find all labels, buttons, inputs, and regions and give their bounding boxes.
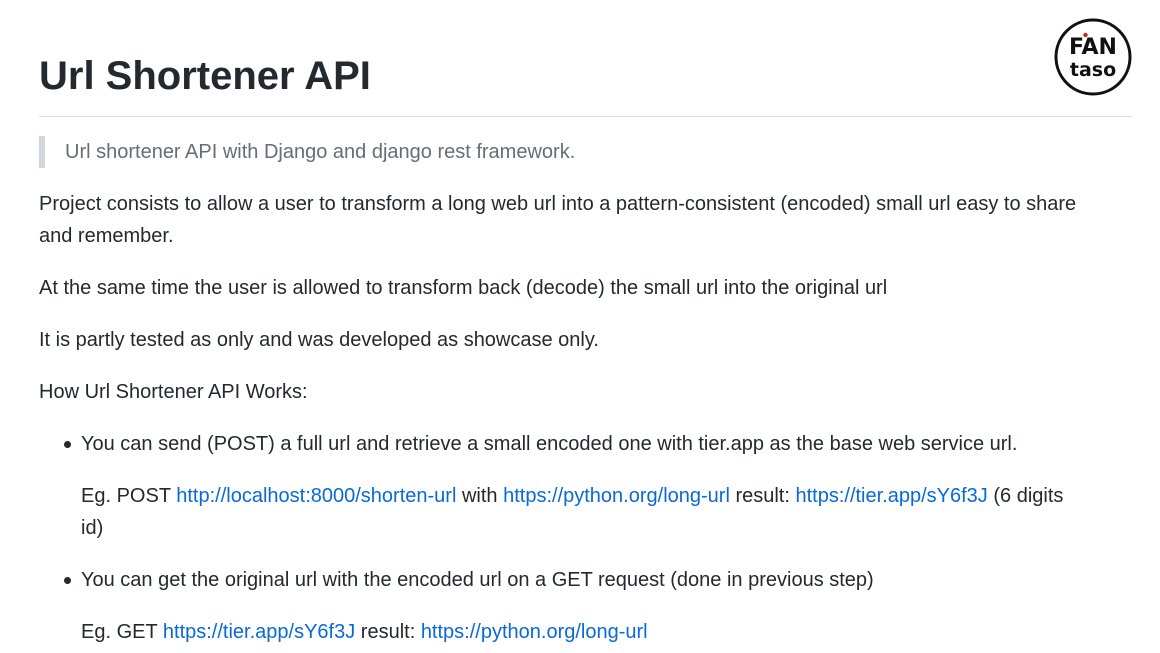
link-tier-short-url[interactable]: https://tier.app/sY6f3J xyxy=(795,485,987,507)
example-post-prefix: Eg. POST xyxy=(81,485,177,507)
list-item-text: You can get the original url with the en… xyxy=(81,569,874,591)
link-tier-short-url-get[interactable]: https://tier.app/sY6f3J xyxy=(163,621,355,643)
example-post-with: with xyxy=(456,485,504,507)
logo-text-line2: taso xyxy=(1070,59,1116,81)
readme-content: Url Shortener API FAN taso Url shortener… xyxy=(39,0,1132,643)
paragraph-intro-line1: Project consists to allow a user to tran… xyxy=(39,193,1077,215)
bullet-icon xyxy=(64,577,71,584)
link-python-long-url[interactable]: https://python.org/long-url xyxy=(503,485,730,507)
logo-text-line1: FAN xyxy=(1069,35,1117,60)
example-get: Eg. GET https://tier.app/sY6f3J result: … xyxy=(81,616,648,648)
list-item: You can send (POST) a full url and retri… xyxy=(64,428,1018,460)
paragraph-decode: At the same time the user is allowed to … xyxy=(39,277,888,299)
example-post: Eg. POST http://localhost:8000/shorten-u… xyxy=(81,480,1132,544)
example-post-result: result: xyxy=(729,485,796,507)
example-post-suffix-line2: id) xyxy=(81,517,104,539)
paragraph-how-it-works: How Url Shortener API Works: xyxy=(39,381,308,403)
page-title: Url Shortener API xyxy=(39,54,371,98)
link-python-long-url-result[interactable]: https://python.org/long-url xyxy=(421,621,648,643)
blockquote: Url shortener API with Django and django… xyxy=(39,136,575,168)
link-localhost-shorten-url[interactable]: http://localhost:8000/shorten-url xyxy=(176,485,456,507)
paragraph-intro-line2: and remember. xyxy=(39,225,174,247)
paragraph-intro: Project consists to allow a user to tran… xyxy=(39,188,1076,252)
fantaso-logo: FAN taso xyxy=(1054,18,1132,96)
bullet-icon xyxy=(64,441,71,448)
list-item-text: You can send (POST) a full url and retri… xyxy=(81,433,1018,455)
list-item: You can get the original url with the en… xyxy=(64,564,874,596)
title-row: Url Shortener API FAN taso xyxy=(39,0,1132,117)
example-get-result: result: xyxy=(355,621,421,643)
example-get-prefix: Eg. GET xyxy=(81,621,163,643)
paragraph-tested: It is partly tested as only and was deve… xyxy=(39,329,599,351)
example-post-suffix: (6 digits xyxy=(987,485,1064,507)
